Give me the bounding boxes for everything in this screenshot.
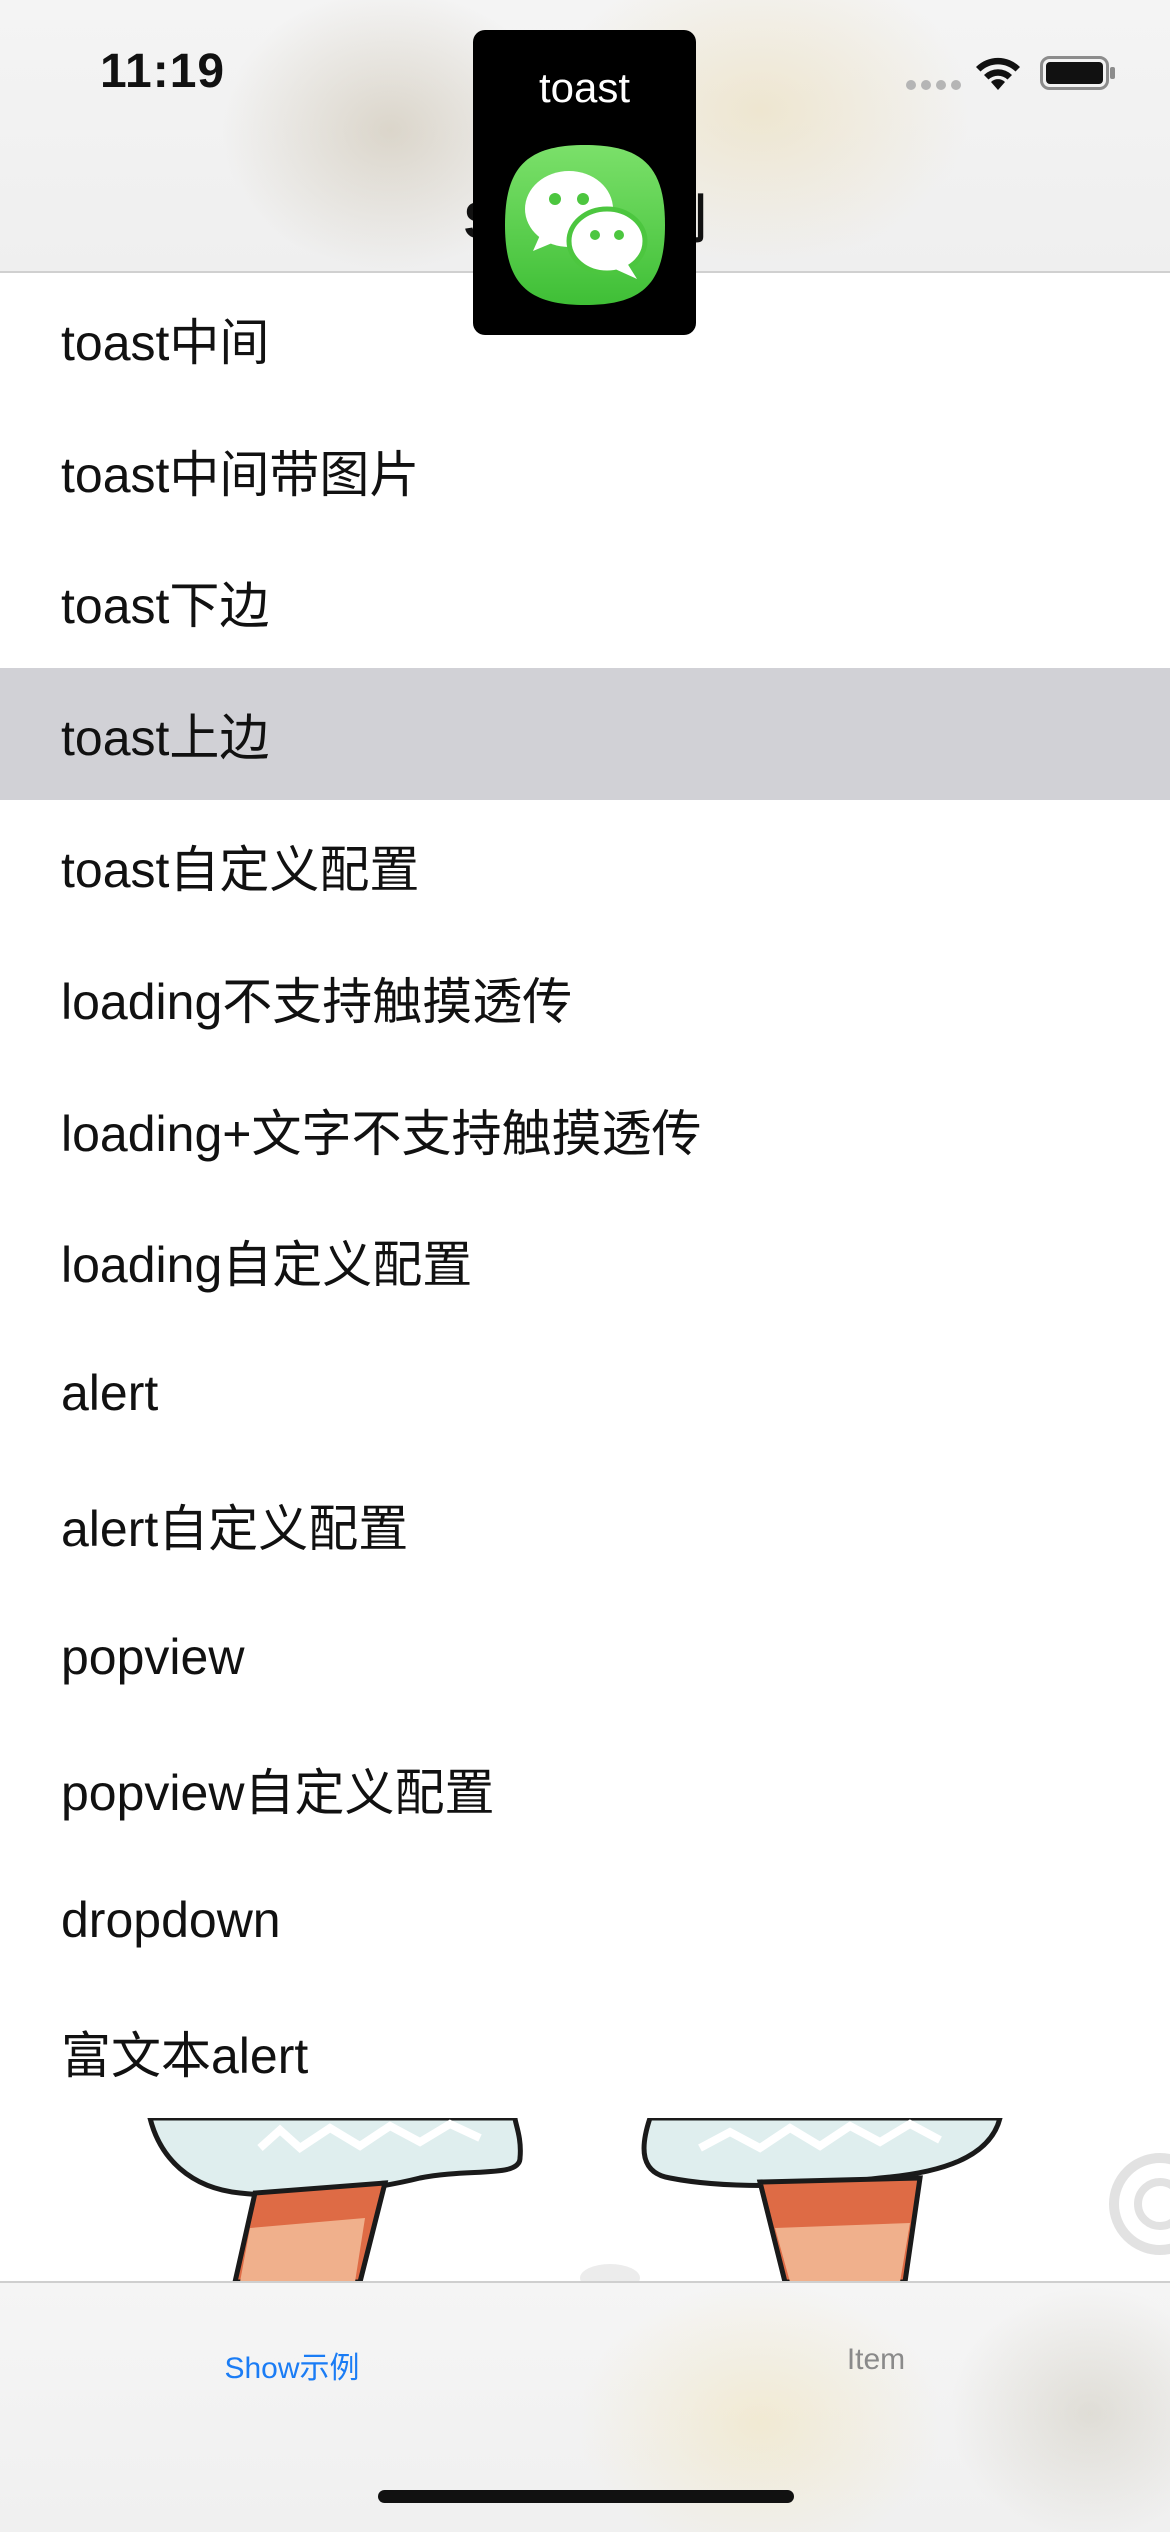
list-item[interactable]: loading不支持触摸透传 xyxy=(0,931,1170,1064)
list-item-label: toast中间 xyxy=(61,314,270,371)
home-indicator[interactable] xyxy=(378,2490,794,2503)
list-item-label: loading自定义配置 xyxy=(61,1237,473,1294)
cellular-signal-icon xyxy=(906,80,962,92)
list-item-label: toast中间带图片 xyxy=(61,446,420,503)
list-item[interactable]: popview xyxy=(0,1590,1170,1723)
list-item[interactable]: alert自定义配置 xyxy=(0,1459,1170,1591)
status-time: 11:19 xyxy=(100,45,226,98)
battery-icon xyxy=(1040,56,1115,90)
list-item-label: toast下边 xyxy=(61,578,270,635)
toast-popup: toast xyxy=(473,30,696,335)
list-item-label: alert自定义配置 xyxy=(61,1501,409,1558)
list-item-label: alert xyxy=(61,1365,159,1422)
list-item[interactable]: popview自定义配置 xyxy=(0,1722,1170,1855)
toast-text: toast xyxy=(538,64,631,111)
list-item[interactable]: toast上边 xyxy=(0,668,1170,801)
list-item[interactable]: toast自定义配置 xyxy=(0,800,1170,932)
list-item-label: loading不支持触摸透传 xyxy=(61,973,573,1030)
list-item-label: popview自定义配置 xyxy=(61,1764,495,1821)
list-item-label: loading+文字不支持触摸透传 xyxy=(61,1105,702,1162)
menu-list: toast中间 toast中间带图片 toast下边 toast上边 toast自定义配… xyxy=(0,273,1170,2119)
list-item[interactable]: alert xyxy=(0,1327,1170,1460)
tab-item[interactable]: Item xyxy=(726,2343,1026,2377)
list-item-label: 富文本alert xyxy=(61,2028,309,2085)
tab-show-examples[interactable]: Show示例 xyxy=(142,2343,442,2387)
list-item[interactable]: loading自定义配置 xyxy=(0,1195,1170,1328)
list-item-label: toast上边 xyxy=(61,710,270,767)
list-item-label: popview xyxy=(61,1628,245,1685)
list-item-label: dropdown xyxy=(61,1892,281,1949)
list-item-label: toast自定义配置 xyxy=(61,842,420,899)
wechat-icon xyxy=(505,145,665,305)
list-item[interactable]: 富文本alert xyxy=(0,1986,1170,2119)
screen: 11:19 Show示例 toast中间toast中间带图片toast下边toa… xyxy=(0,0,1170,2532)
list-item[interactable]: loading+文字不支持触摸透传 xyxy=(0,1063,1170,1196)
wifi-icon xyxy=(976,57,1020,90)
list-item[interactable]: dropdown xyxy=(0,1854,1170,1987)
list-item[interactable]: toast下边 xyxy=(0,536,1170,669)
background-illustration xyxy=(0,2118,1170,2282)
list-item[interactable]: toast中间带图片 xyxy=(0,404,1170,537)
